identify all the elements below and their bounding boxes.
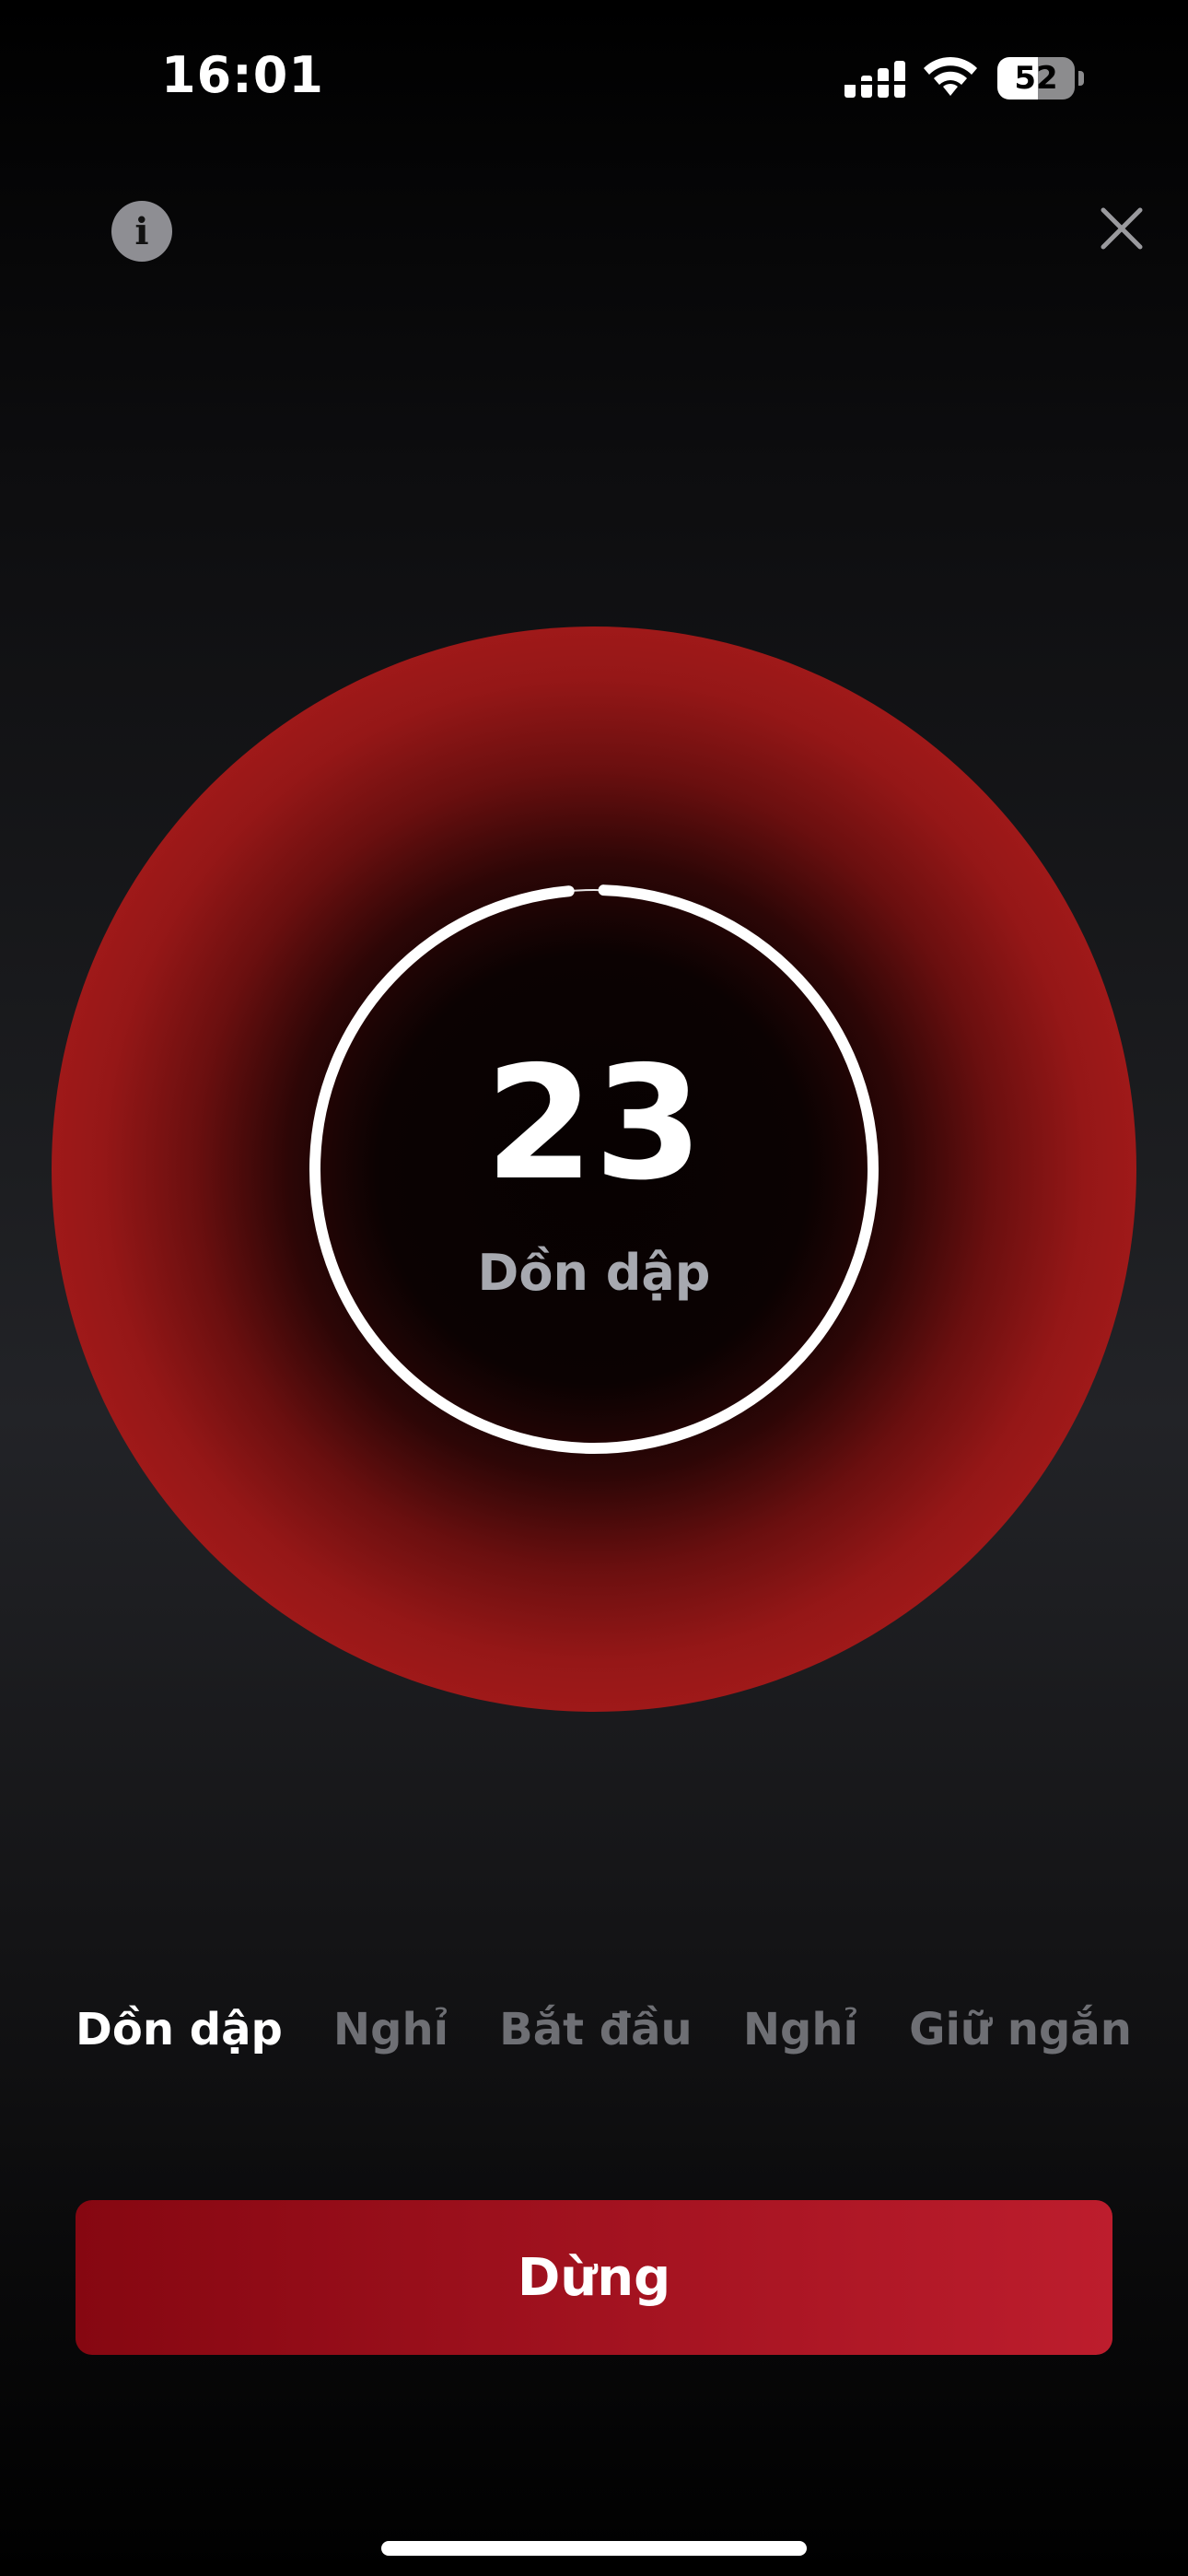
phase-item[interactable]: Nghỉ: [333, 1997, 448, 2062]
phase-item[interactable]: Bắt đầu: [499, 1997, 693, 2062]
phase-item[interactable]: Giữ ngắn: [909, 1997, 1132, 2062]
status-time: 16:01: [161, 46, 324, 104]
phase-item[interactable]: Dồn dập: [76, 1997, 283, 2062]
close-button[interactable]: [1096, 203, 1147, 254]
home-indicator[interactable]: [381, 2541, 807, 2556]
battery-tip: [1078, 71, 1084, 86]
wifi-icon: [924, 56, 977, 96]
current-phase-label: Dồn dập: [477, 1244, 711, 1302]
status-bar: 16:01 52: [0, 0, 1188, 157]
battery-body: 52: [997, 57, 1075, 100]
stop-button-label: Dừng: [517, 2247, 671, 2308]
info-icon: i: [134, 209, 149, 253]
stop-button[interactable]: Dừng: [76, 2200, 1112, 2355]
breath-count: 23: [484, 1033, 704, 1215]
battery-level: 52: [1014, 60, 1058, 97]
info-button[interactable]: i: [111, 201, 172, 262]
phase-list[interactable]: Dồn dập Nghỉ Bắt đầu Nghỉ Giữ ngắn N: [76, 1997, 1135, 2080]
close-icon: [1101, 207, 1143, 250]
battery-icon: 52: [997, 57, 1086, 101]
signal-icon: [844, 61, 905, 98]
phase-item[interactable]: Nghỉ: [743, 1997, 858, 2062]
